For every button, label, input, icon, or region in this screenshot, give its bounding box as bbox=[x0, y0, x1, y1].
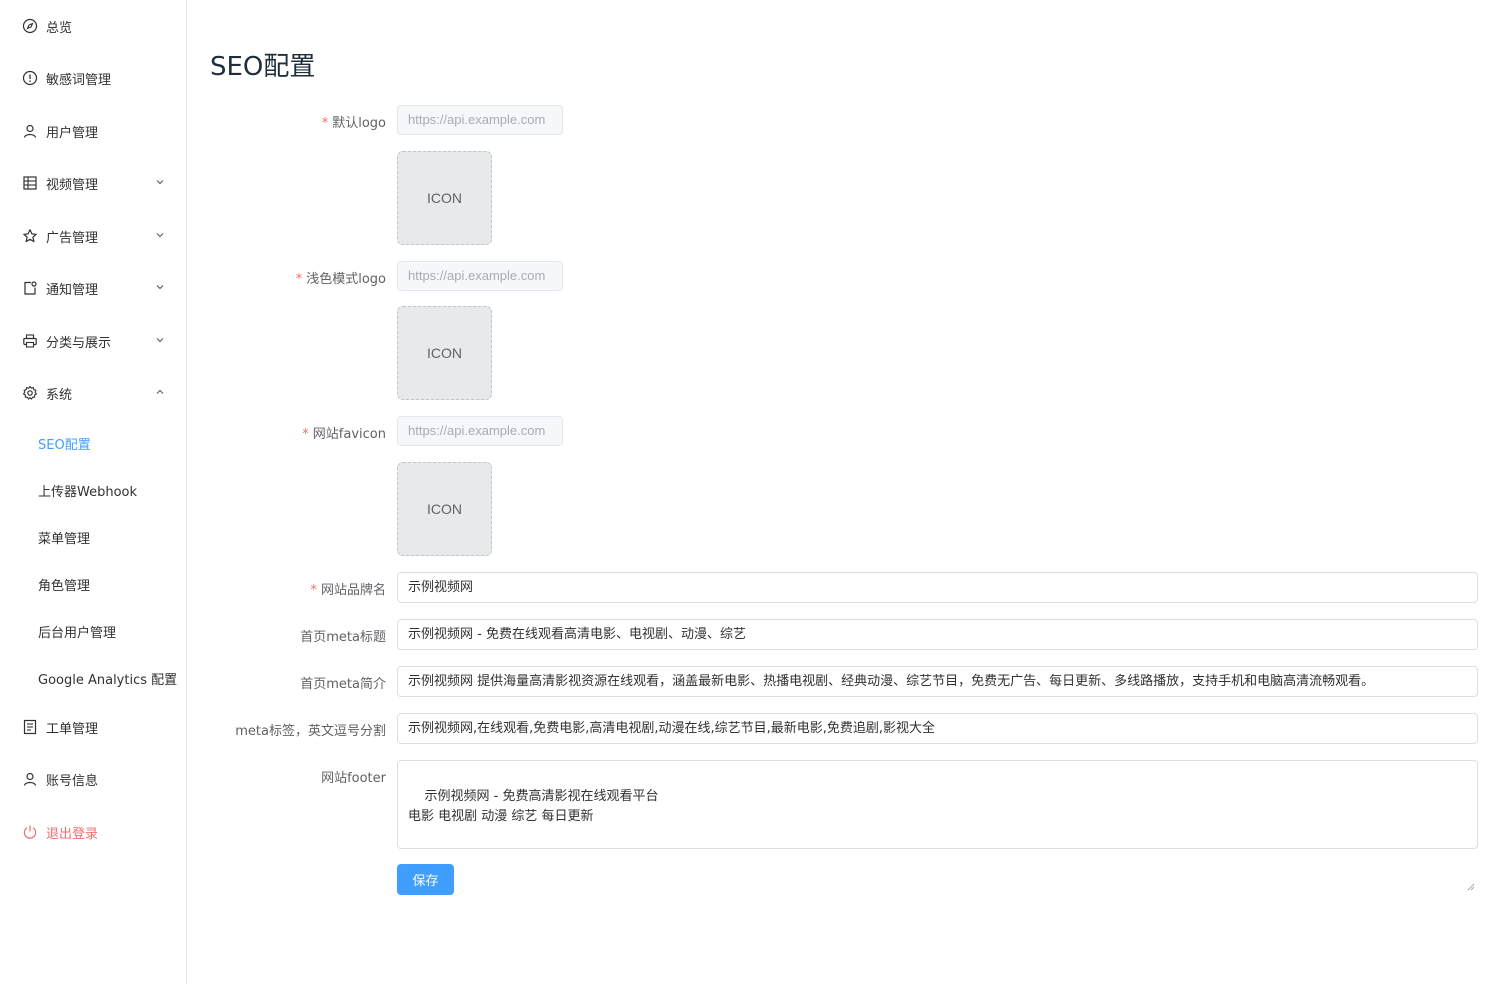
sidebar-item-tickets[interactable]: 工单管理 bbox=[0, 707, 186, 747]
chevron-down-icon bbox=[154, 229, 166, 241]
default-logo-preview[interactable]: ICON bbox=[397, 151, 492, 245]
sidebar-subitem-seo[interactable]: SEO配置 bbox=[0, 423, 186, 463]
meta-keywords-label: meta标签，英文逗号分割 bbox=[235, 724, 386, 739]
icon-placeholder-text: ICON bbox=[427, 190, 462, 206]
favicon-preview[interactable]: ICON bbox=[397, 462, 492, 556]
sidebar-subitem-label: 上传器Webhook bbox=[38, 484, 138, 500]
sidebar-item-label: 敏感词管理 bbox=[46, 72, 112, 88]
sidebar-subitem-uploader-webhook[interactable]: 上传器Webhook bbox=[0, 470, 186, 510]
footer-textarea[interactable]: 示例视频网 - 免费高清影视在线观看平台 电影 电视剧 动漫 综艺 每日更新 bbox=[397, 760, 1478, 891]
notification-icon bbox=[22, 280, 38, 296]
favicon-label: * 网站favicon bbox=[188, 423, 386, 442]
chevron-up-icon bbox=[154, 386, 166, 398]
chevron-down-icon bbox=[154, 176, 166, 188]
sidebar-subitem-label: 菜单管理 bbox=[38, 531, 91, 547]
default-logo-label: * 默认logo bbox=[188, 112, 386, 131]
icon-placeholder-text: ICON bbox=[427, 501, 462, 517]
sidebar-item-sensitive-words[interactable]: 敏感词管理 bbox=[0, 58, 186, 98]
sidebar-item-notifications[interactable]: 通知管理 bbox=[0, 268, 186, 308]
power-icon bbox=[22, 824, 38, 840]
warning-circle-icon bbox=[22, 70, 38, 86]
sidebar-item-label: 广告管理 bbox=[46, 230, 99, 246]
brand-name-label-text: 网站品牌名 bbox=[320, 583, 386, 598]
footer-text: 示例视频网 - 免费高清影视在线观看平台 电影 电视剧 动漫 综艺 每日更新 bbox=[408, 789, 659, 824]
sidebar-subitem-label: 后台用户管理 bbox=[38, 625, 117, 641]
meta-description-label: 首页meta简介 bbox=[300, 677, 386, 692]
default-logo-label-text: 默认logo bbox=[332, 116, 386, 131]
required-mark: * bbox=[302, 427, 309, 442]
required-mark: * bbox=[310, 583, 317, 598]
sidebar-item-label: 系统 bbox=[46, 387, 73, 403]
sidebar-item-label: 用户管理 bbox=[46, 125, 99, 141]
sidebar-item-label: 退出登录 bbox=[46, 826, 99, 842]
sidebar-item-logout[interactable]: 退出登录 bbox=[0, 812, 186, 852]
sidebar-item-categories[interactable]: 分类与展示 bbox=[0, 321, 186, 361]
sidebar-subitem-roles[interactable]: 角色管理 bbox=[0, 564, 186, 604]
document-icon bbox=[22, 719, 38, 735]
default-logo-url-input[interactable]: https://api.example.com bbox=[397, 105, 563, 135]
sidebar: 总览 敏感词管理 用户管理 视频管理 广告管理 通知管理 分类与展示 系统 SE… bbox=[0, 0, 187, 984]
sidebar-item-label: 分类与展示 bbox=[46, 335, 112, 351]
meta-keywords-input[interactable]: 示例视频网,在线观看,免费电影,高清电视剧,动漫在线,综艺节目,最新电影,免费追… bbox=[397, 713, 1478, 744]
footer-label: 网站footer bbox=[321, 771, 386, 786]
sidebar-item-ads[interactable]: 广告管理 bbox=[0, 216, 186, 256]
meta-title-label: 首页meta标题 bbox=[300, 630, 386, 645]
light-logo-label-text: 浅色模式logo bbox=[306, 272, 386, 287]
sidebar-item-users[interactable]: 用户管理 bbox=[0, 111, 186, 151]
favicon-label-text: 网站favicon bbox=[312, 427, 386, 442]
sidebar-item-videos[interactable]: 视频管理 bbox=[0, 163, 186, 203]
gear-icon bbox=[22, 385, 38, 401]
required-mark: * bbox=[295, 272, 303, 287]
brand-name-input[interactable]: 示例视频网 bbox=[397, 572, 1478, 603]
sidebar-subitem-label: 角色管理 bbox=[38, 578, 91, 594]
sidebar-subitem-label: SEO配置 bbox=[38, 437, 91, 453]
main-content: SEO配置 * 默认logo https://api.example.com IC… bbox=[188, 0, 1500, 984]
save-button[interactable]: 保存 bbox=[397, 864, 454, 895]
brand-name-label: * 网站品牌名 bbox=[188, 579, 386, 598]
sidebar-item-label: 工单管理 bbox=[46, 721, 99, 737]
sidebar-item-label: 账号信息 bbox=[46, 773, 99, 789]
sidebar-item-account[interactable]: 账号信息 bbox=[0, 759, 186, 799]
sidebar-subitem-google-analytics[interactable]: Google Analytics 配置 bbox=[0, 658, 186, 698]
meta-title-input[interactable]: 示例视频网 - 免费在线观看高清电影、电视剧、动漫、综艺 bbox=[397, 619, 1478, 650]
page-title: SEO配置 bbox=[210, 52, 316, 82]
meta-description-input[interactable]: 示例视频网 提供海量高清影视资源在线观看，涵盖最新电影、热播电视剧、经典动漫、综… bbox=[397, 666, 1478, 697]
light-logo-url-input[interactable]: https://api.example.com bbox=[397, 261, 563, 291]
sidebar-item-label: 通知管理 bbox=[46, 282, 99, 298]
favicon-url-input[interactable]: https://api.example.com bbox=[397, 416, 563, 446]
light-logo-preview[interactable]: ICON bbox=[397, 306, 492, 400]
chevron-down-icon bbox=[154, 334, 166, 346]
resize-handle-icon[interactable] bbox=[1467, 838, 1475, 891]
light-logo-label: * 浅色模式logo bbox=[188, 268, 386, 287]
icon-placeholder-text: ICON bbox=[427, 345, 462, 361]
user-icon bbox=[22, 771, 38, 787]
grid-icon bbox=[22, 175, 38, 191]
compass-icon bbox=[22, 18, 38, 34]
user-icon bbox=[22, 123, 38, 139]
printer-icon bbox=[22, 333, 38, 349]
chevron-down-icon bbox=[154, 281, 166, 293]
sidebar-item-label: 总览 bbox=[46, 20, 73, 36]
sidebar-subitem-admin-users[interactable]: 后台用户管理 bbox=[0, 611, 186, 651]
sidebar-subitem-menus[interactable]: 菜单管理 bbox=[0, 517, 186, 557]
sidebar-item-system[interactable]: 系统 bbox=[0, 373, 186, 413]
sidebar-item-overview[interactable]: 总览 bbox=[0, 6, 186, 46]
required-mark: * bbox=[321, 116, 329, 131]
sidebar-item-label: 视频管理 bbox=[46, 177, 99, 193]
star-icon bbox=[22, 228, 38, 244]
sidebar-subitem-label: Google Analytics 配置 bbox=[38, 672, 178, 688]
